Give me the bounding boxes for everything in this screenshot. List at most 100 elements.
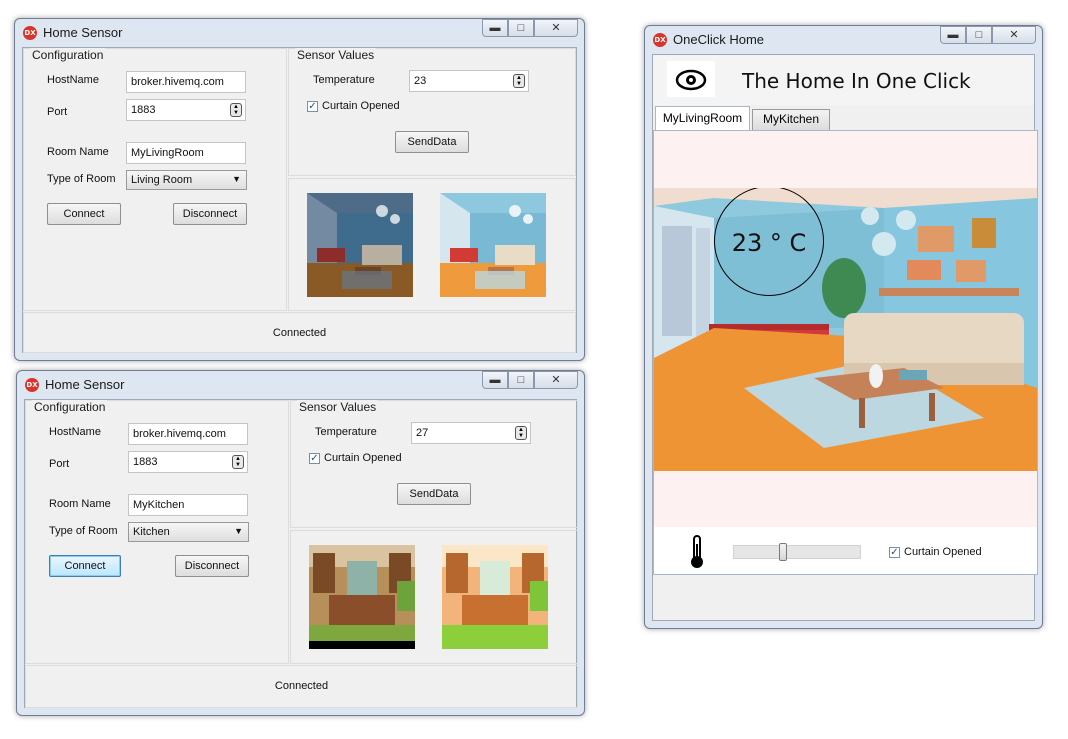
living-room-bright-image [440,193,546,297]
type-of-room-value: Kitchen [133,526,170,538]
type-of-room-select[interactable]: Living Room ▼ [126,170,247,190]
hostname-field[interactable]: broker.hivemq.com [128,423,248,445]
maximize-button[interactable]: □ [966,26,992,44]
minimize-button[interactable]: ▬ [482,371,508,389]
window-client: Configuration HostName Port Room Name Ty… [22,47,577,353]
curtain-opened-label: Curtain Opened [904,546,982,558]
room-name-label: Room Name [47,146,109,158]
title-bar[interactable]: DX OneClick Home ▬ □ ✕ [645,26,1042,54]
checkbox-check-icon: ✓ [309,452,320,464]
app-heading: The Home In One Click [742,69,971,93]
send-data-button[interactable]: SendData [395,131,469,153]
title-bar[interactable]: DX Home Sensor ▬ □ ✕ [17,371,584,399]
temperature-gauge: 23 ° C [714,188,824,296]
room-view: 23 ° C [654,131,1037,527]
room-name-label: Room Name [49,498,111,510]
port-spinner-icon[interactable]: ▲ ▼ [230,103,242,117]
port-field[interactable]: 1883 ▲ ▼ [126,99,246,121]
oneclick-home-window: DX OneClick Home ▬ □ ✕ The Home In One C… [644,25,1043,629]
connection-status: Connected [274,680,329,692]
status-bar: Connected [25,665,578,708]
room-name-field[interactable]: MyKitchen [128,494,248,516]
connect-button[interactable]: Connect [49,555,121,577]
curtain-opened-label: Curtain Opened [322,100,400,112]
living-room-dark-image [307,193,413,297]
hostname-field[interactable]: broker.hivemq.com [126,71,246,93]
hostname-label: HostName [49,426,101,438]
temperature-label: Temperature [315,426,377,438]
chevron-down-icon: ▼ [234,526,243,536]
slider-thumb[interactable] [779,543,787,561]
living-room-image: 23 ° C [654,188,1037,471]
thermometer-icon [686,534,708,570]
close-button[interactable]: ✕ [534,19,578,37]
temperature-slider[interactable] [733,543,861,561]
home-sensor-window-2: DX Home Sensor ▬ □ ✕ Configuration HostN… [16,370,585,716]
disconnect-button[interactable]: Disconnect [175,555,249,577]
temperature-spinner-icon[interactable]: ▲ ▼ [513,74,525,88]
window-title: OneClick Home [673,32,765,47]
tab-mykitchen[interactable]: MyKitchen [752,109,830,130]
title-bar[interactable]: DX Home Sensor ▬ □ ✕ [15,19,584,47]
configuration-label: Configuration [30,48,106,62]
sensor-values-label: Sensor Values [295,48,377,62]
minimize-button[interactable]: ▬ [940,26,966,44]
temperature-spinner-icon[interactable]: ▲ ▼ [515,426,527,440]
room-name-field[interactable]: MyLivingRoom [126,142,246,164]
eye-logo-icon [667,61,715,97]
temperature-value: 23 [414,75,427,87]
window-title: Home Sensor [45,377,125,392]
type-of-room-label: Type of Room [49,525,118,537]
curtain-opened-checkbox[interactable]: ✓ Curtain Opened [889,546,982,558]
tab-label: MyKitchen [762,112,820,126]
app-icon: DX [653,33,667,47]
connection-status: Connected [272,327,327,339]
port-value: 1883 [133,456,158,468]
room-tabs: MyLivingRoom MyKitchen [653,106,1038,130]
maximize-button[interactable]: □ [508,371,534,389]
sensor-values-group: Sensor Values Temperature 23 ▲ ▼ ✓ Curtai… [288,48,576,176]
hostname-label: HostName [47,74,99,86]
temperature-display: 23 ° C [731,229,807,257]
app-icon: DX [23,26,37,40]
disconnect-button[interactable]: Disconnect [173,203,247,225]
sensor-values-group: Sensor Values Temperature 27 ▲ ▼ ✓ Curtai… [290,400,578,528]
temperature-field[interactable]: 23 ▲ ▼ [409,70,529,92]
type-of-room-select[interactable]: Kitchen ▼ [128,522,249,542]
port-label: Port [49,458,70,470]
tab-content: 23 ° C ✓ Curtain Opened [653,130,1038,575]
send-data-button[interactable]: SendData [397,483,471,505]
room-images-panel [288,178,576,311]
port-label: Port [47,106,68,118]
port-value: 1883 [131,104,156,116]
type-of-room-label: Type of Room [47,173,116,185]
curtain-opened-checkbox[interactable]: ✓ Curtain Opened [309,452,402,464]
curtain-opened-checkbox[interactable]: ✓ Curtain Opened [307,100,400,112]
window-client: The Home In One Click MyLivingRoom MyKit… [652,54,1038,621]
temperature-label: Temperature [313,74,375,86]
room-images-panel [290,530,578,664]
home-sensor-window-1: DX Home Sensor ▬ □ ✕ Configuration HostN… [14,18,585,361]
temperature-value: 27 [416,427,429,439]
tab-mylivingroom[interactable]: MyLivingRoom [655,106,750,130]
status-bar: Connected [23,312,576,353]
kitchen-bright-image [442,545,548,649]
app-icon: DX [25,378,39,392]
configuration-label: Configuration [32,400,108,414]
port-field[interactable]: 1883 ▲ ▼ [128,451,248,473]
kitchen-dark-image [309,545,415,649]
temperature-field[interactable]: 27 ▲ ▼ [411,422,531,444]
tab-label: MyLivingRoom [662,111,743,125]
header-bar: The Home In One Click [653,55,1034,105]
close-button[interactable]: ✕ [534,371,578,389]
connect-button[interactable]: Connect [47,203,121,225]
checkbox-check-icon: ✓ [307,100,318,112]
close-button[interactable]: ✕ [992,26,1036,44]
window-client: Configuration HostName Port Room Name Ty… [24,399,578,708]
minimize-button[interactable]: ▬ [482,19,508,37]
maximize-button[interactable]: □ [508,19,534,37]
curtain-opened-label: Curtain Opened [324,452,402,464]
type-of-room-value: Living Room [131,174,193,186]
window-title: Home Sensor [43,25,123,40]
port-spinner-icon[interactable]: ▲ ▼ [232,455,244,469]
